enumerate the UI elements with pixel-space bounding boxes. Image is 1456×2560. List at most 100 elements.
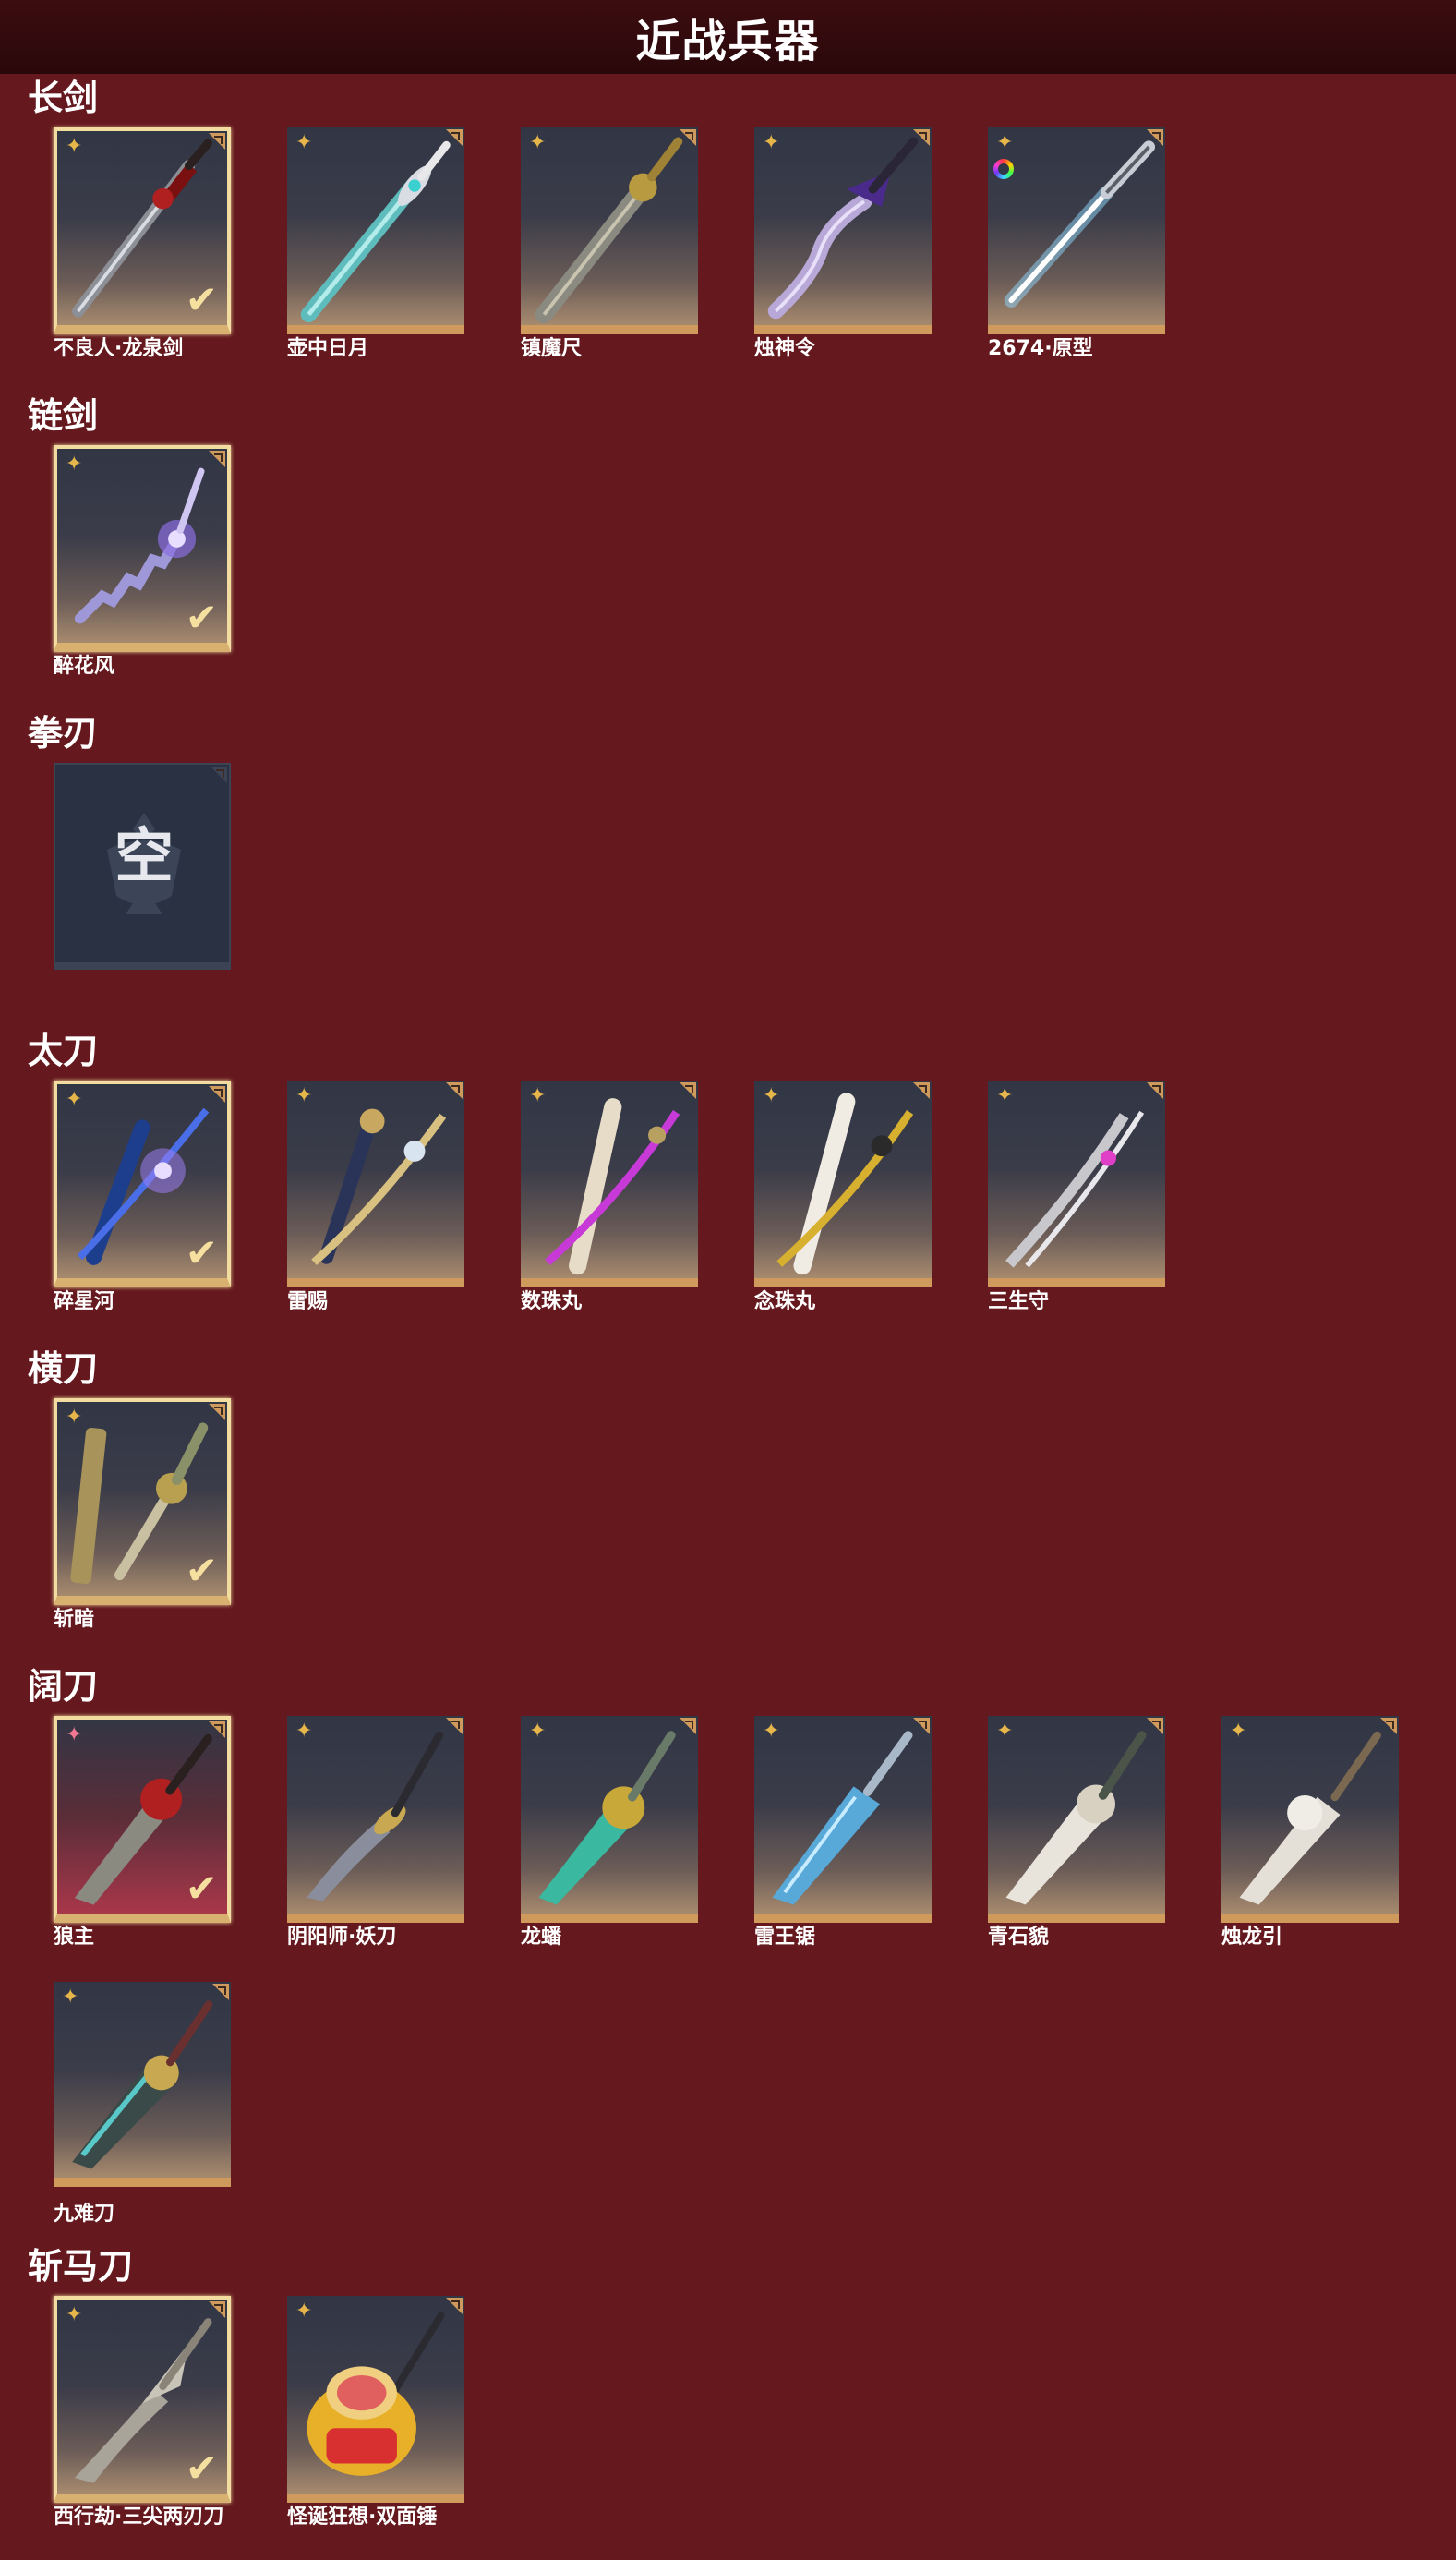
weapon-name: 怪诞狂想·双面锤 [287, 2506, 438, 2529]
katana-icon [776, 1093, 914, 1275]
corner-tab-icon [680, 1718, 696, 1734]
rarity-star-icon: ✦ [62, 1986, 79, 2009]
empty-slot-label: 空 [114, 823, 174, 891]
corner-tab-icon [211, 767, 227, 783]
weapon-card-zhushen-ling[interactable]: ✦ 烛神令 [754, 127, 932, 360]
weapon-name: 青石貌 [988, 1926, 1050, 1949]
weapon-card-nianzhuwan[interactable]: ✦ 念珠丸 [754, 1081, 932, 1313]
weapon-frame: 空 [54, 763, 231, 970]
weapon-card-leici[interactable]: ✦ 雷赐 [287, 1081, 464, 1313]
rarity-star-icon: ✦ [66, 2303, 83, 2326]
double-hammer-icon [307, 2312, 445, 2476]
sword-icon [535, 137, 683, 324]
weapon-name: 西行劫·三尖两刃刀 [54, 2506, 224, 2529]
weapon-card-huzhong-riyue[interactable]: ✦ 壶中日月 [287, 127, 464, 360]
corner-tab-icon [1147, 129, 1163, 146]
weapon-card-zuihuafeng[interactable]: ✦ ✔ 醉花风 [54, 445, 231, 678]
empty-slot-card[interactable]: 空 [54, 763, 231, 970]
weapon-card-shuzhuwan[interactable]: ✦ 数珠丸 [521, 1081, 698, 1313]
rarity-star-icon: ✦ [66, 1406, 83, 1429]
equipped-check-icon: ✔ [185, 2445, 218, 2491]
weapon-frame: ✦ [521, 1081, 698, 1287]
weapon-card-langzhu[interactable]: ✦ ✔ 狼主 [54, 1716, 231, 1949]
corner-tab-icon [1147, 1718, 1163, 1734]
section-title-longsword: 长剑 [28, 78, 99, 118]
weapon-card-zhenmo-chi[interactable]: ✦ 镇魔尺 [521, 127, 698, 360]
broadsword-icon [1005, 1731, 1147, 1905]
sword-icon [767, 137, 919, 320]
rarity-star-icon: ✦ [66, 1088, 83, 1111]
katana-icon [1005, 1110, 1145, 1268]
weapon-frame: ✦ [754, 127, 932, 334]
weapon-frame: ✦ [54, 1982, 231, 2187]
corner-tab-icon [913, 129, 930, 146]
weapon-frame: ✦ ✔ [54, 1081, 231, 1287]
weapon-name: 阴阳师·妖刀 [287, 1926, 397, 1949]
broadsword-icon [72, 2000, 213, 2169]
weapon-name: 龙蟠 [521, 1926, 562, 1949]
weapon-card-leiwangju[interactable]: ✦ 雷王锯 [754, 1716, 932, 1949]
rarity-star-icon: ✦ [295, 1720, 313, 1743]
section-title-zhanmadao: 斩马刀 [28, 2246, 134, 2287]
rarity-star-icon: ✦ [66, 453, 83, 476]
weapon-frame: ✦ [287, 1716, 464, 1923]
page-title: 近战兵器 [635, 16, 821, 67]
section-title-taidao: 太刀 [28, 1031, 99, 1071]
weapon-card-xixingjie[interactable]: ✦ ✔ 西行劫·三尖两刃刀 [54, 2296, 231, 2529]
weapon-name: 烛龙引 [1221, 1926, 1283, 1949]
corner-tab-icon [209, 1086, 225, 1103]
weapon-card-zhulongyin[interactable]: ✦ 烛龙引 [1221, 1716, 1399, 1949]
broadsword-icon [1239, 1731, 1381, 1905]
equipped-check-icon: ✔ [185, 1866, 218, 1911]
corner-tab-icon [212, 1984, 229, 2000]
weapon-card-yinyangshi-yaodao[interactable]: ✦ 阴阳师·妖刀 [287, 1716, 464, 1949]
weapon-card-jiunandao[interactable]: ✦ 九难刀 [54, 1982, 231, 2226]
weapon-frame: ✦ [988, 1716, 1165, 1923]
weapon-card-zhanan[interactable]: ✦ ✔ 斩暗 [54, 1398, 231, 1631]
rarity-star-icon: ✦ [763, 1720, 780, 1743]
equipped-check-icon: ✔ [185, 1230, 218, 1275]
weapon-card-sanshengshou[interactable]: ✦ 三生守 [988, 1081, 1165, 1313]
weapon-frame: ✦ ✔ [54, 2296, 231, 2503]
weapon-card-longpan[interactable]: ✦ 龙蟠 [521, 1716, 698, 1949]
weapon-name: 狼主 [54, 1926, 95, 1949]
rarity-star-icon: ✦ [1230, 1720, 1247, 1743]
weapon-name: 念珠丸 [754, 1290, 816, 1313]
weapon-frame: ✦ [988, 1081, 1165, 1287]
katana-icon [545, 1098, 680, 1275]
rarity-star-icon: ✦ [529, 1084, 547, 1107]
corner-tab-icon [209, 133, 225, 150]
corner-tab-icon [446, 2298, 463, 2314]
weapon-name: 三生守 [988, 1290, 1050, 1313]
broadsword-icon [772, 1731, 913, 1905]
corner-tab-icon [446, 1718, 463, 1734]
weapon-name: 碎星河 [54, 1290, 115, 1313]
broadsword-icon [538, 1731, 676, 1905]
corner-tab-icon [1380, 1718, 1397, 1734]
corner-tab-icon [913, 1718, 930, 1734]
weapon-frame: ✦ ✔ [54, 1398, 231, 1605]
weapon-card-suixinghe[interactable]: ✦ ✔ 碎星河 [54, 1081, 231, 1313]
page-header: 近战兵器 [0, 0, 1456, 74]
weapon-card-guaidan-kuangxiang[interactable]: ✦ 怪诞狂想·双面锤 [287, 2296, 464, 2529]
weapon-card-qingshimao[interactable]: ✦ 青石貌 [988, 1716, 1165, 1949]
rainbow-ring-icon [993, 159, 1014, 179]
weapon-frame: ✦ [521, 1716, 698, 1923]
rarity-star-icon: ✦ [996, 1084, 1014, 1107]
weapon-card-2674-prototype[interactable]: ✦ 2674·原型 [988, 127, 1165, 360]
equipped-check-icon: ✔ [185, 277, 218, 322]
weapon-frame: ✦ [287, 1081, 464, 1287]
corner-tab-icon [680, 129, 696, 146]
rarity-star-icon: ✦ [295, 1084, 313, 1107]
section-title-chainsword: 链剑 [28, 395, 99, 436]
section-title-hengdao: 横刀 [28, 1348, 99, 1389]
corner-tab-icon [1147, 1082, 1163, 1099]
corner-tab-icon [209, 1404, 225, 1420]
corner-tab-icon [913, 1082, 930, 1099]
rarity-star-icon: ✦ [763, 131, 780, 154]
weapon-name: 不良人·龙泉剑 [54, 337, 184, 360]
weapon-card-longquan-sword[interactable]: ✦ ✔ 不良人·龙泉剑 [54, 127, 231, 360]
corner-tab-icon [209, 1721, 225, 1738]
weapon-frame: ✦ [988, 127, 1165, 334]
rarity-star-icon: ✦ [529, 1720, 547, 1743]
